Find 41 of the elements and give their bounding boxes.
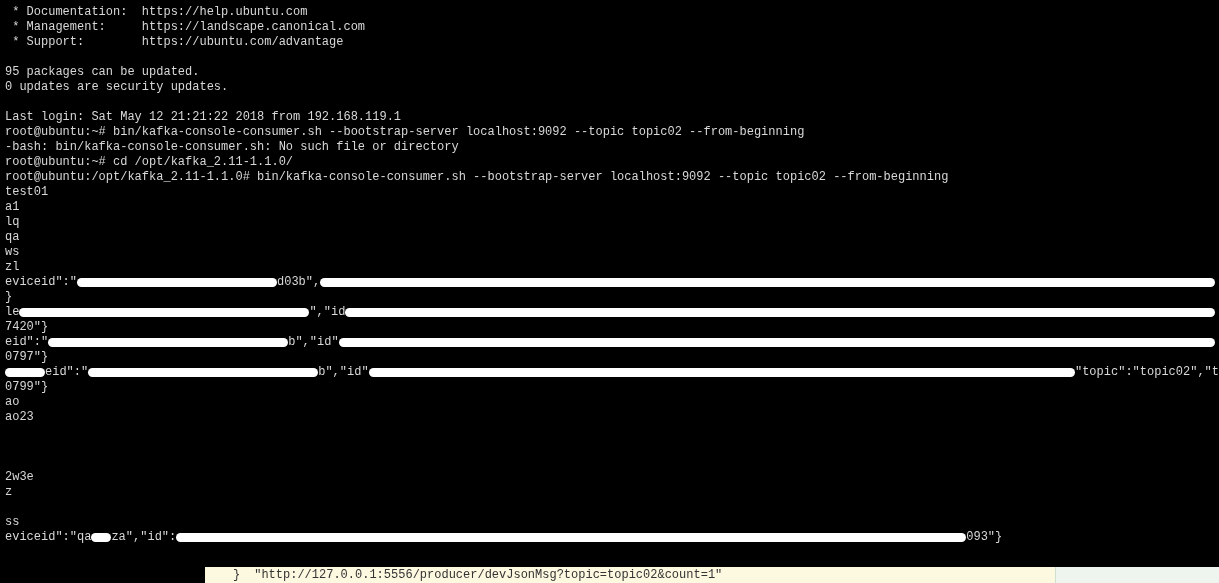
terminal-line: 2w3e: [5, 470, 34, 485]
terminal-line: z: [5, 485, 13, 500]
terminal-line: root@ubuntu:~# cd /opt/kafka_2.11-1.1.0/: [5, 155, 294, 170]
terminal-line: qa: [5, 230, 20, 245]
terminal-line: a1: [5, 200, 20, 215]
terminal-line: Last login: Sat May 12 21:21:22 2018 from 192.168.119.1: [5, 110, 402, 125]
terminal-line: * Management: https://landscape.canonical.com: [11, 20, 366, 35]
terminal-text: eviceid":"qa: [5, 530, 92, 545]
terminal-line: -bash: bin/kafka-console-consumer.sh: No such file or directory: [5, 140, 459, 155]
terminal-text: eid":": [5, 335, 49, 350]
terminal-line: 95 packages can be updated.: [5, 65, 200, 80]
terminal-text: le: [5, 305, 20, 320]
terminal-line: ss: [5, 515, 20, 530]
terminal-line: 0799"}: [5, 380, 49, 395]
terminal-text: ","id: [309, 305, 346, 320]
terminal-line: ao23: [5, 410, 34, 425]
terminal-text: eid":": [45, 365, 89, 380]
terminal-line: test01: [5, 185, 49, 200]
terminal-text: b","id": [288, 335, 339, 350]
redaction-mark: [91, 533, 112, 542]
terminal-line: lq: [5, 215, 20, 230]
code-text: }: [233, 567, 241, 583]
terminal-line: zl: [5, 260, 20, 275]
terminal-line: }: [5, 290, 13, 305]
terminal-text: za","id":: [111, 530, 177, 545]
terminal-text: 093"}: [966, 530, 1003, 545]
terminal-text: b","id": [318, 365, 369, 380]
terminal-line: ao: [5, 395, 20, 410]
redaction-mark: [5, 368, 45, 377]
terminal-line: root@ubuntu:/opt/kafka_2.11-1.1.0# bin/kafka-console-consumer.sh --bootstrap-server localhost:9092 --topic topic02 --from-beginning: [5, 170, 949, 185]
terminal-text: d03b",: [277, 275, 321, 290]
terminal-text: "topic":"topic02","t: [1074, 365, 1219, 380]
terminal-line: * Documentation: https://help.ubuntu.com: [11, 5, 308, 20]
terminal-line: 7420"}: [5, 320, 49, 335]
code-text: "http://127.0.0.1:5556/producer/devJsonMsg?topic=topic02&count=1": [254, 567, 723, 583]
terminal-text: eviceid":": [5, 275, 77, 290]
terminal-line: * Support: https://ubuntu.com/advantage: [11, 35, 344, 50]
terminal-line: 0 updates are security updates.: [5, 80, 229, 95]
terminal-line: ws: [5, 245, 20, 260]
terminal-line: root@ubuntu:~# bin/kafka-console-consumer.sh --bootstrap-server localhost:9092 --topic topic02 --from-beginning: [5, 125, 805, 140]
terminal-line: 0797"}: [5, 350, 49, 365]
